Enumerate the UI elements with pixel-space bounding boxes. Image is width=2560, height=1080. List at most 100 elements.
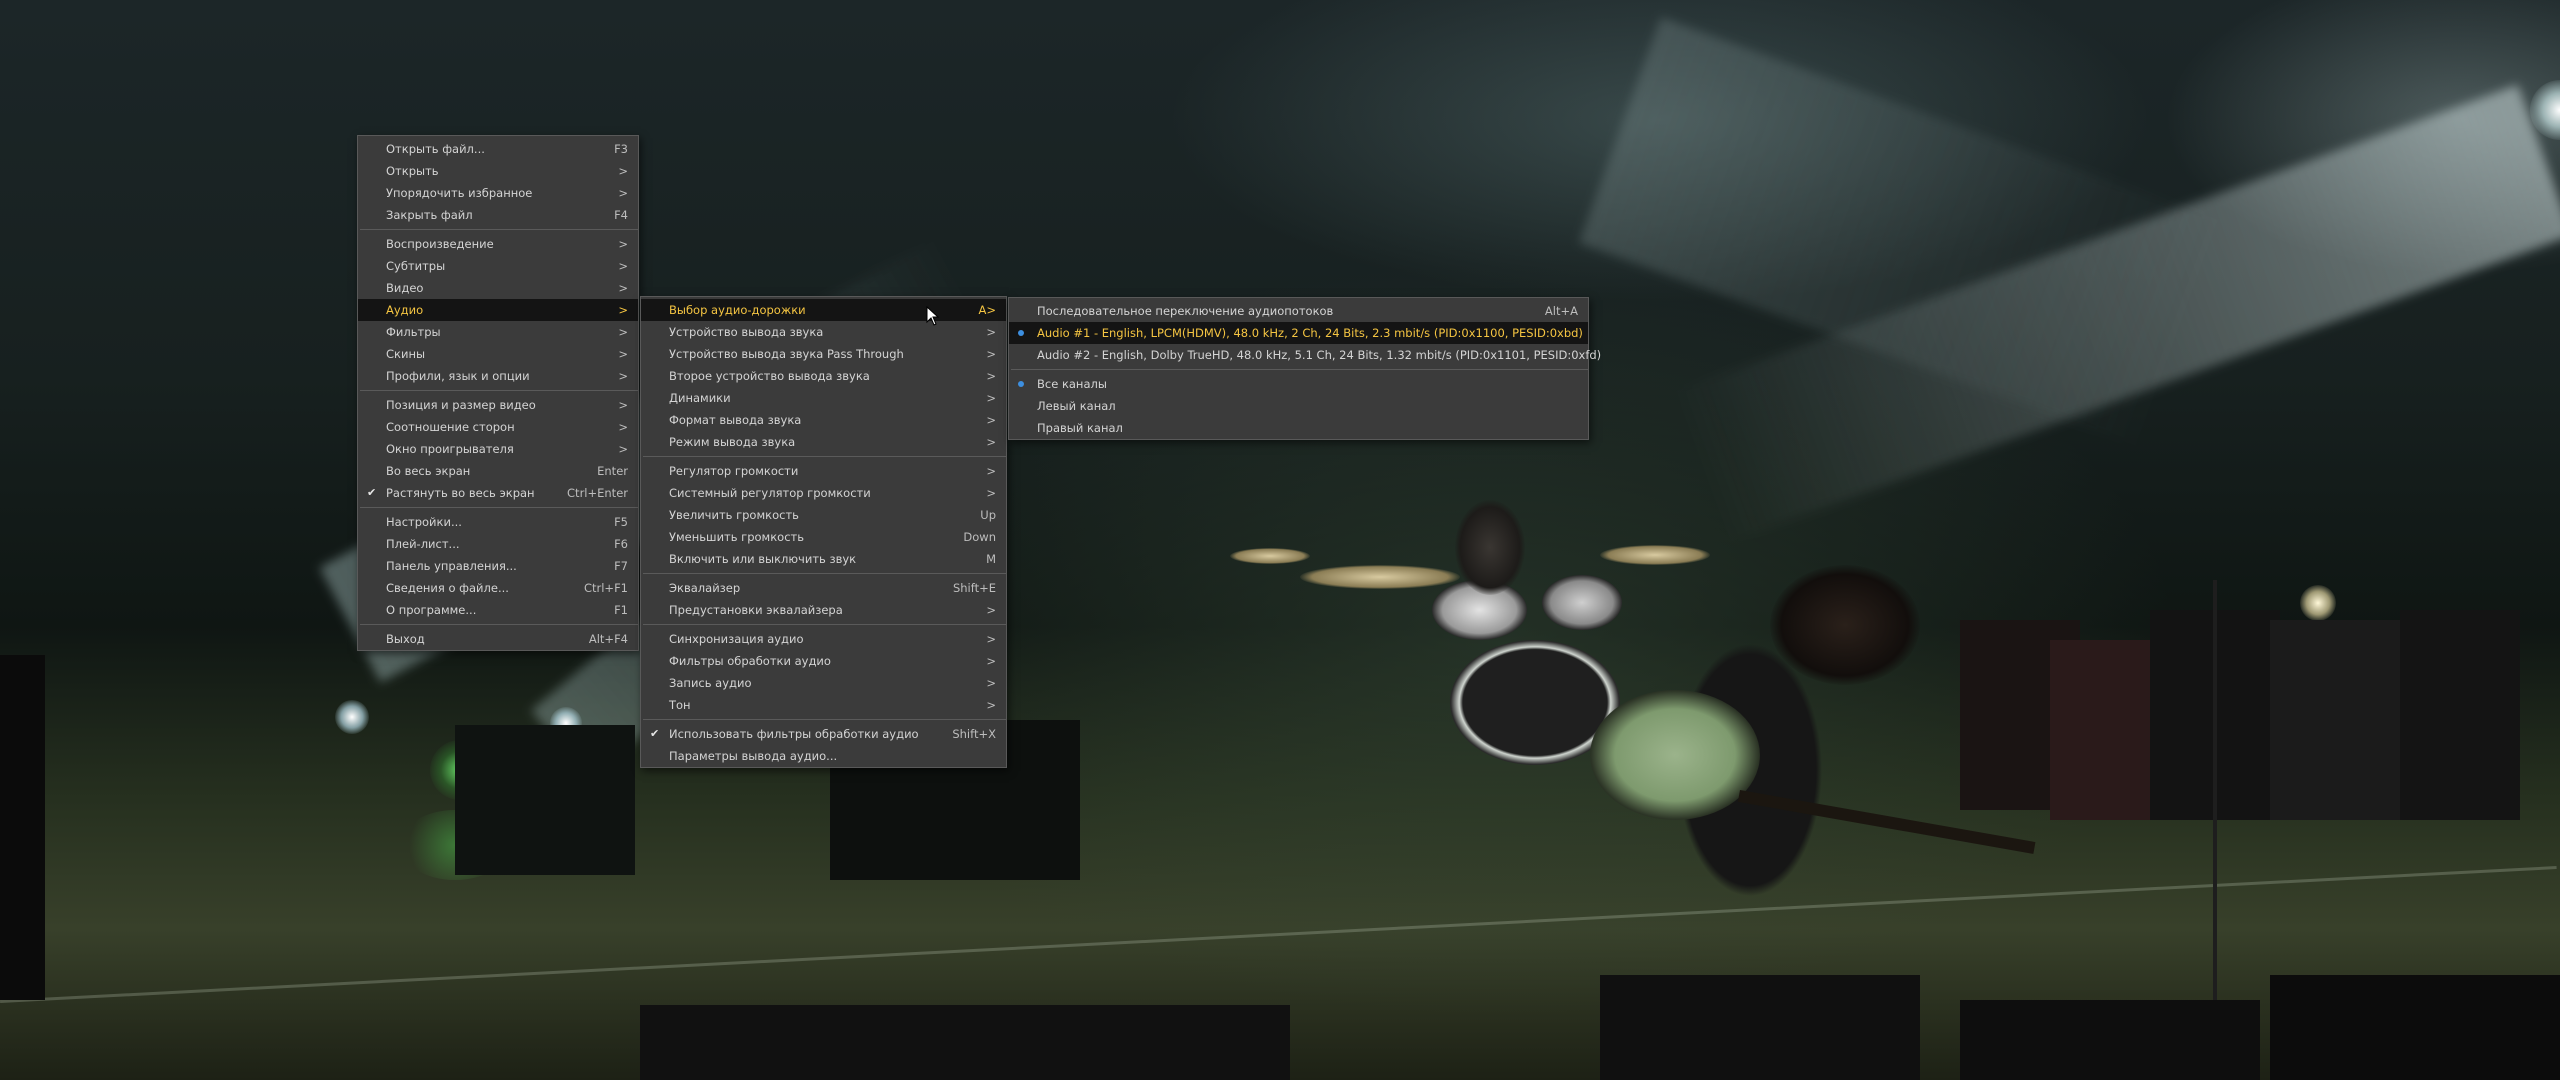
menu-item-label: Растянуть во весь экран (386, 486, 535, 500)
menu-separator (360, 624, 638, 625)
cymbal (1300, 565, 1460, 589)
menu-item-organize-favorites[interactable]: Упорядочить избранное > (358, 182, 638, 204)
menu-item-audio[interactable]: Аудио > (358, 299, 638, 321)
submenu-arrow: > (986, 603, 996, 617)
menu-item-video-position[interactable]: Позиция и размер видео > (358, 394, 638, 416)
menu-item-filters[interactable]: Фильтры > (358, 321, 638, 343)
menu-item-speakers[interactable]: Динамики > (641, 387, 1006, 409)
menu-item-close-file[interactable]: Закрыть файл F4 (358, 204, 638, 226)
menu-separator (643, 573, 1006, 574)
menu-item-label: Режим вывода звука (669, 435, 796, 449)
menu-item-audio-filters[interactable]: Фильтры обработки аудио > (641, 650, 1006, 672)
menu-item-label: Второе устройство вывода звука (669, 369, 870, 383)
menu-item-pass-through-device[interactable]: Устройство вывода звука Pass Through > (641, 343, 1006, 365)
menu-item-label: Настройки... (386, 515, 462, 529)
menu-item-volume-down[interactable]: Уменьшить громкость Down (641, 526, 1006, 548)
menu-item-label: Скины (386, 347, 426, 361)
shortcut-label: F5 (614, 515, 628, 529)
menu-item-second-output-device[interactable]: Второе устройство вывода звука > (641, 365, 1006, 387)
shortcut-label: F6 (614, 537, 628, 551)
menu-item-label: Соотношение сторон (386, 420, 515, 434)
submenu-arrow: > (618, 237, 628, 251)
menu-item-volume-control[interactable]: Регулятор громкости > (641, 460, 1006, 482)
menu-item-audio-track-1[interactable]: Audio #1 - English, LPCM(HDMV), 48.0 kHz… (1009, 322, 1588, 344)
menu-item-system-volume[interactable]: Системный регулятор громкости > (641, 482, 1006, 504)
submenu-arrow: > (618, 259, 628, 273)
menu-item-label: Эквалайзер (669, 581, 741, 595)
menu-item-playback[interactable]: Воспроизведение > (358, 233, 638, 255)
menu-item-label: Системный регулятор громкости (669, 486, 871, 500)
menu-item-label: Включить или выключить звук (669, 552, 857, 566)
menu-item-right-channel[interactable]: Правый канал (1009, 417, 1588, 439)
drum (1542, 575, 1622, 630)
submenu-arrow: > (618, 303, 628, 317)
floor-monitor (1600, 975, 1920, 1080)
context-menu-main: Открыть файл... F3 Открыть > Упорядочить и… (357, 135, 639, 651)
submenu-arrow: > (618, 398, 628, 412)
menu-item-use-audio-filters[interactable]: ✔ Использовать фильтры обработки аудио Shi… (641, 723, 1006, 745)
menu-item-audio-output-params[interactable]: Параметры вывода аудио... (641, 745, 1006, 767)
submenu-arrow: > (986, 632, 996, 646)
menu-separator (643, 456, 1006, 457)
menu-item-label: Предустановки эквалайзера (669, 603, 843, 617)
menu-item-aspect-ratio[interactable]: Соотношение сторон > (358, 416, 638, 438)
menu-separator (360, 390, 638, 391)
menu-item-cycle-audio-streams[interactable]: Последовательное переключение аудиопоток… (1009, 300, 1588, 322)
menu-item-profiles[interactable]: Профили, язык и опции > (358, 365, 638, 387)
menu-item-settings[interactable]: Настройки... F5 (358, 511, 638, 533)
menu-item-audio-sync[interactable]: Синхронизация аудио > (641, 628, 1006, 650)
shortcut-label: Up (980, 508, 996, 522)
menu-item-output-format[interactable]: Формат вывода звука > (641, 409, 1006, 431)
shortcut-label: Enter (597, 464, 628, 478)
menu-item-equalizer[interactable]: Эквалайзер Shift+E (641, 577, 1006, 599)
submenu-arrow: > (986, 413, 996, 427)
shortcut-label: Shift+E (952, 581, 996, 595)
context-menu-audio: Выбор аудио-дорожки A> Устройство вывода … (640, 296, 1007, 768)
menu-item-exit[interactable]: Выход Alt+F4 (358, 628, 638, 650)
menu-item-label: Субтитры (386, 259, 446, 273)
menu-item-label: Фильтры (386, 325, 441, 339)
menu-item-skins[interactable]: Скины > (358, 343, 638, 365)
menu-item-left-channel[interactable]: Левый канал (1009, 395, 1588, 417)
drummer (1455, 500, 1525, 595)
menu-item-select-audio-track[interactable]: Выбор аудио-дорожки A> (641, 299, 1006, 321)
shortcut-label: Ctrl+Enter (567, 486, 628, 500)
shortcut-label: Ctrl+F1 (583, 581, 628, 595)
menu-item-playlist[interactable]: Плей-лист... F6 (358, 533, 638, 555)
menu-item-label: Упорядочить избранное (386, 186, 533, 200)
menu-item-control-panel[interactable]: Панель управления... F7 (358, 555, 638, 577)
submenu-arrow: > (986, 464, 996, 478)
submenu-arrow: > (986, 325, 996, 339)
menu-item-label: Регулятор громкости (669, 464, 799, 478)
menu-item-mute[interactable]: Включить или выключить звук M (641, 548, 1006, 570)
menu-item-stretch-fullscreen[interactable]: ✔ Растянуть во весь экран Ctrl+Enter (358, 482, 638, 504)
menu-item-audio-record[interactable]: Запись аудио > (641, 672, 1006, 694)
menu-item-open-file[interactable]: Открыть файл... F3 (358, 138, 638, 160)
menu-item-label: Открыть (386, 164, 439, 178)
menu-separator (643, 719, 1006, 720)
submenu-arrow: > (618, 420, 628, 434)
menu-item-equalizer-presets[interactable]: Предустановки эквалайзера > (641, 599, 1006, 621)
shortcut-label: Shift+X (952, 727, 996, 741)
menu-item-open[interactable]: Открыть > (358, 160, 638, 182)
menu-item-output-mode[interactable]: Режим вывода звука > (641, 431, 1006, 453)
menu-item-volume-up[interactable]: Увеличить громкость Up (641, 504, 1006, 526)
menu-item-label: Синхронизация аудио (669, 632, 804, 646)
menu-item-subtitles[interactable]: Субтитры > (358, 255, 638, 277)
menu-item-player-window[interactable]: Окно проигрывателя > (358, 438, 638, 460)
submenu-arrow: > (618, 442, 628, 456)
menu-item-all-channels[interactable]: Все каналы (1009, 373, 1588, 395)
amp-stack (2270, 620, 2410, 820)
menu-item-file-info[interactable]: Сведения о файле... Ctrl+F1 (358, 577, 638, 599)
menu-item-fullscreen[interactable]: Во весь экран Enter (358, 460, 638, 482)
menu-item-audio-output-device[interactable]: Устройство вывода звука > (641, 321, 1006, 343)
menu-item-label: О программе... (386, 603, 477, 617)
amp-stack (2400, 610, 2520, 820)
menu-item-audio-track-2[interactable]: Audio #2 - English, Dolby TrueHD, 48.0 k… (1009, 344, 1601, 366)
guitarist-head (1770, 565, 1920, 685)
menu-item-video[interactable]: Видео > (358, 277, 638, 299)
menu-item-about[interactable]: О программе... F1 (358, 599, 638, 621)
menu-item-tone[interactable]: Тон > (641, 694, 1006, 716)
amp-left (455, 725, 635, 875)
submenu-arrow: > (618, 281, 628, 295)
